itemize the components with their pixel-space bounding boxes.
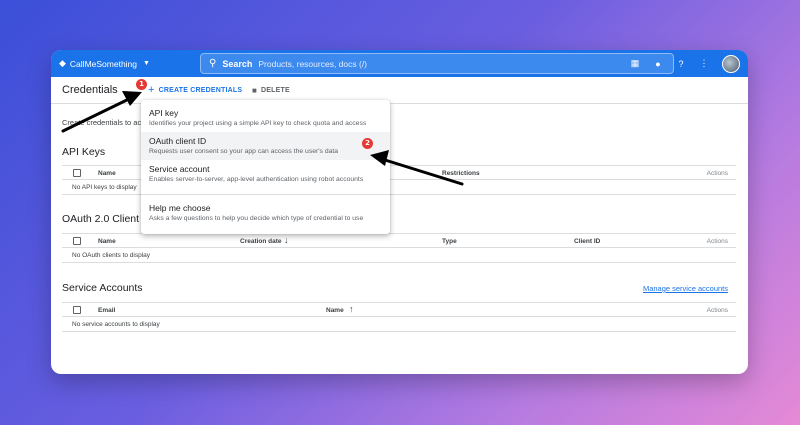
step-badge-1: 1 (136, 79, 147, 90)
annotation-arrows (61, 91, 464, 186)
arrow-1 (61, 91, 142, 133)
arrow-2 (370, 150, 464, 186)
step-badge-2: 2 (362, 138, 373, 149)
